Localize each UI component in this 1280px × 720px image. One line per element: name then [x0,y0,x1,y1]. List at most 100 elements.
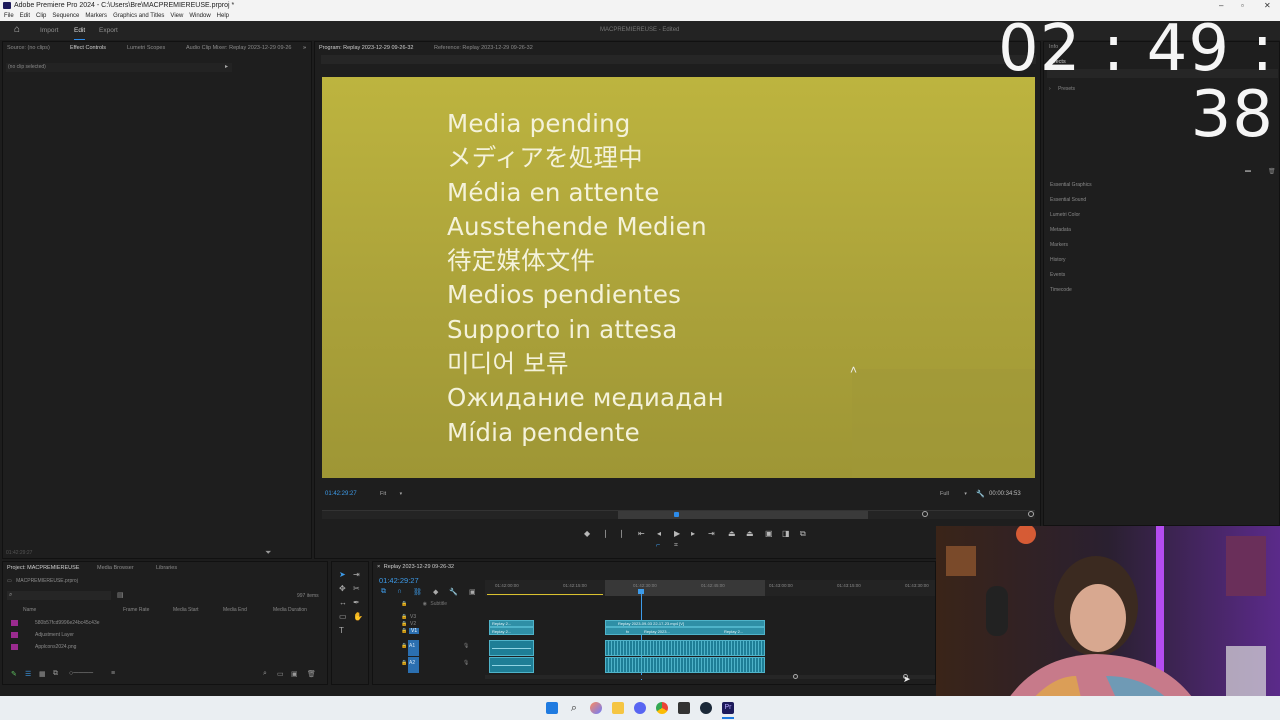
add-marker-icon[interactable]: ◆ [584,529,590,538]
ripple-edit-icon[interactable]: ✥ [339,584,346,593]
tab-reference[interactable]: Reference: Replay 2023-12-29 09-26-32 [434,42,533,54]
work-area-bar[interactable] [618,511,868,519]
playhead-handle[interactable] [638,589,644,594]
mark-in-icon[interactable]: ❘ [602,529,609,538]
discord-icon[interactable] [634,702,646,714]
panel-events[interactable]: Events [1050,272,1065,278]
tab-sequence[interactable]: × Replay 2023-12-29 09-26-32 [377,564,454,570]
type-tool-icon[interactable]: T [339,626,344,635]
tab-audio-clip-mixer[interactable]: Audio Clip Mixer: Replay 2023-12-29 09-2… [186,42,291,54]
rectangle-tool-icon[interactable]: ▭ [339,612,347,621]
list-item[interactable]: 580b57fcd9996e24bc45c43e [7,618,325,629]
list-view-icon[interactable]: ☰ [25,670,31,678]
menu-markers[interactable]: Markers [85,11,107,21]
playhead-marker[interactable] [674,512,679,517]
new-item-icon[interactable]: ▣ [291,670,298,678]
step-back-icon[interactable]: ◂ [657,529,661,538]
menu-graphics[interactable]: Graphics and Titles [113,11,164,21]
copilot-icon[interactable] [590,702,602,714]
lock-icon[interactable]: 🔒 [401,621,407,627]
audio-clip[interactable] [489,657,534,673]
lock-icon[interactable]: 🔒 [401,660,407,666]
program-ruler[interactable] [321,55,1036,64]
lock-icon[interactable]: 🔒 [401,614,407,620]
tab-program[interactable]: Program: Replay 2023-12-29 09-26-32 [319,42,413,54]
workspace-export[interactable]: Export [99,27,118,34]
panel-markers[interactable]: Markers [1050,242,1068,248]
close-icon[interactable]: ✕ [1264,0,1271,11]
track-select-icon[interactable]: ⇥ [353,570,360,579]
icon-view-icon[interactable]: ▦ [39,670,46,678]
lock-icon[interactable]: 🔒 [401,643,407,649]
panel-overflow-icon[interactable]: » [303,42,306,54]
panel-essential-graphics[interactable]: Essential Graphics [1050,182,1092,188]
menu-window[interactable]: Window [189,11,210,21]
trim-icon[interactable]: ⌐ [656,542,660,549]
audio-clip[interactable] [489,640,534,656]
column-name[interactable]: Name [23,607,36,613]
tab-effect-controls[interactable]: Effect Controls [70,42,106,54]
premiere-taskbar-icon[interactable]: Pr [722,702,734,714]
tab-lumetri-scopes[interactable]: Lumetri Scopes [127,42,165,54]
razor-tool-icon[interactable]: ✂ [353,584,360,593]
program-timecode[interactable]: 01:42:29:27 [325,491,357,497]
menu-help[interactable]: Help [217,11,229,21]
linked-selection-icon[interactable]: ⛓ [413,588,422,596]
settings-wrench-icon[interactable]: 🔧 [449,588,458,596]
compare-view-icon[interactable]: ◨ [782,529,790,538]
mark-out-icon[interactable]: ❘ [618,529,625,538]
panel-lumetri-color[interactable]: Lumetri Color [1050,212,1080,218]
panel-essential-sound[interactable]: Essential Sound [1050,197,1086,203]
project-search-input[interactable]: ⌕ [7,591,111,600]
wrench-icon[interactable]: 🔧 [976,490,985,498]
lock-icon[interactable]: 🔒 [401,628,407,634]
menu-sequence[interactable]: Sequence [52,11,79,21]
list-item[interactable]: Adjustment Layer [7,630,325,641]
menu-clip[interactable]: Clip [36,11,46,21]
scrub-handle-left[interactable] [922,511,928,517]
steam-icon[interactable] [700,702,712,714]
windows-start-icon[interactable] [546,702,558,714]
new-bin-icon[interactable]: ▤ [117,591,124,599]
lock-icon[interactable]: 🔒 [401,601,407,607]
extract-icon[interactable]: ⏏ [746,529,754,538]
go-to-in-icon[interactable]: ⇤ [638,529,645,538]
program-video-frame[interactable]: Media pending メディアを処理中 Média en attente … [322,77,1035,478]
zoom-slider[interactable]: ○──── [69,670,93,677]
microphone-icon[interactable]: 🎙 [463,660,469,666]
video-clip[interactable]: Replay 2023-09-03 22-17-23.mp4 [V] [605,620,765,627]
eye-icon[interactable]: ◉ [423,601,427,607]
resolution-select[interactable]: Full ▾ [940,491,967,497]
panel-metadata[interactable]: Metadata [1050,227,1071,233]
chrome-icon[interactable] [656,702,668,714]
timeline-timecode[interactable]: 01:42:29:27 [379,576,419,585]
hand-tool-icon[interactable]: ✋ [353,612,363,621]
expand-arrow-icon[interactable]: ▸ [225,63,228,70]
program-scrubber[interactable] [322,510,1035,519]
scroll-handle-left[interactable] [793,674,798,679]
slip-tool-icon[interactable]: ↔ [339,598,347,607]
calculator-icon[interactable] [678,702,690,714]
overflow-icon[interactable]: ⧉ [800,529,806,539]
nest-icon[interactable]: ⧉ [381,588,386,596]
filter-icon[interactable]: ⏷ [265,548,271,558]
file-explorer-icon[interactable] [612,702,624,714]
home-icon[interactable]: ⌂ [14,25,25,35]
audio-clip[interactable] [605,657,765,673]
column-media-duration[interactable]: Media Duration [273,607,307,613]
tab-source[interactable]: Source: (no clips) [7,42,50,54]
menu-file[interactable]: File [4,11,14,21]
zoom-fit-select[interactable]: Fit ▾ [380,491,402,497]
video-clip[interactable]: Replay 2... [489,627,534,635]
find-icon[interactable]: ⌕ [263,670,267,678]
menu-view[interactable]: View [170,11,183,21]
go-to-out-icon[interactable]: ⇥ [708,529,715,538]
minimize-icon[interactable]: – [1219,0,1223,11]
freeform-view-icon[interactable]: ⧉ [53,670,58,678]
delete-icon[interactable]: 🗑 [1268,168,1276,175]
list-item[interactable]: Applcons2024.png [7,642,325,653]
column-media-end[interactable]: Media End [223,607,247,613]
new-folder-icon[interactable]: ▬ [1245,168,1251,174]
tab-libraries[interactable]: Libraries [156,562,177,574]
selection-tool-icon[interactable]: ➤ [339,570,346,579]
